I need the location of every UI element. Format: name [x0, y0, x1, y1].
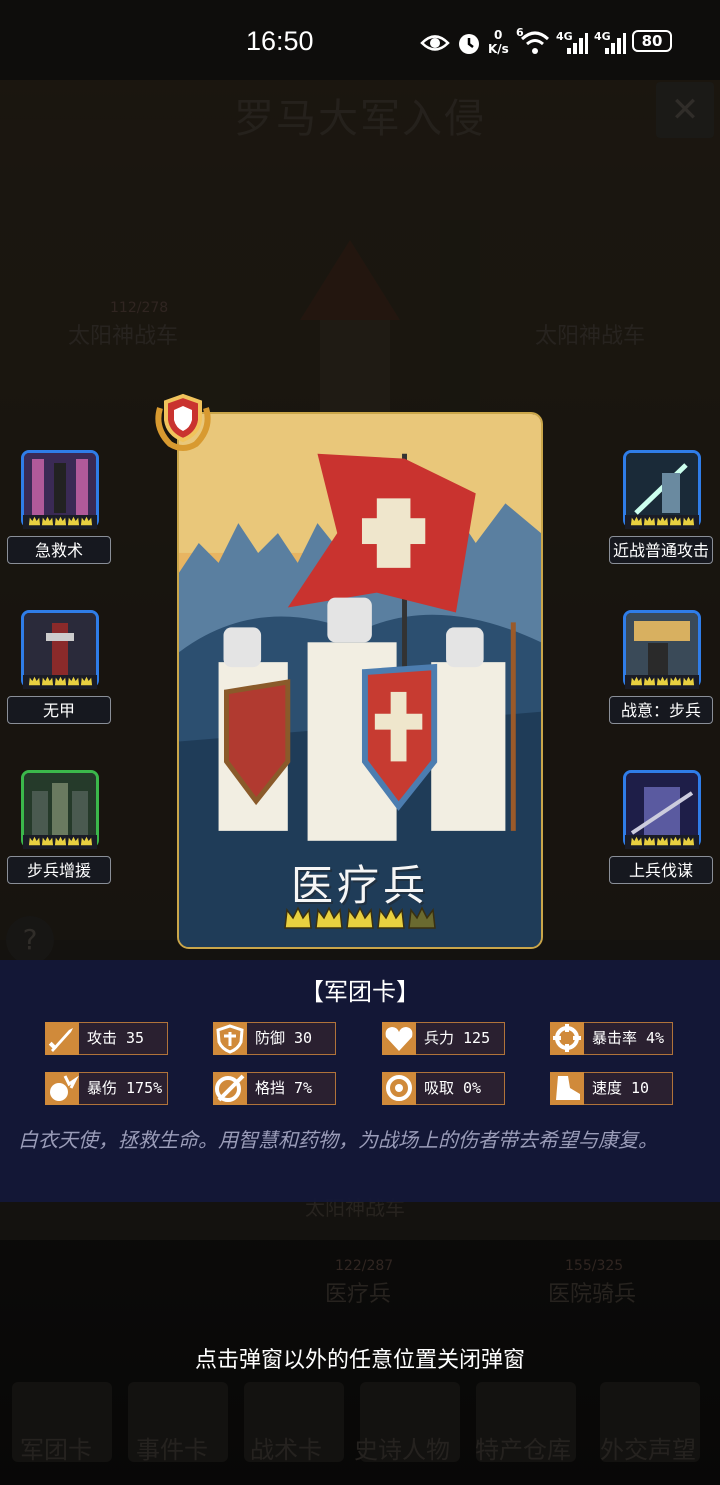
alarm-icon	[459, 34, 479, 54]
skill-crowns	[23, 515, 97, 529]
skill-crowns	[625, 835, 699, 849]
battery-icon: 80	[632, 30, 672, 52]
skill-crowns	[625, 675, 699, 689]
skill-slot-first-aid[interactable]: 急救术	[4, 450, 114, 568]
stat-attack: 攻击 35	[45, 1022, 168, 1055]
skill-label: 上兵伐谋	[609, 856, 713, 884]
crown-icon	[41, 836, 53, 846]
crown-icon	[669, 836, 681, 846]
crown-icon	[284, 906, 312, 929]
crown-icon	[643, 836, 655, 846]
burst-icon	[45, 1072, 79, 1105]
crown-icon	[67, 836, 79, 846]
stat-text: 格挡 7%	[255, 1079, 313, 1097]
crown-icon	[28, 516, 40, 526]
stat-defense: 防御 30	[213, 1022, 336, 1055]
wifi-badge: 6	[516, 26, 524, 39]
stat-text: 暴击率 4%	[592, 1029, 665, 1047]
battery-level: 80	[641, 32, 663, 50]
stat-text: 攻击 35	[87, 1029, 145, 1047]
crown-icon	[54, 516, 66, 526]
crown-icon	[656, 836, 668, 846]
crown-icon	[67, 676, 79, 686]
skill-label: 战意：步兵	[609, 696, 713, 724]
crown-icon	[630, 516, 642, 526]
skill-slot-infantry-reinforcement[interactable]: 步兵增援	[4, 770, 114, 888]
crown-icon	[630, 836, 642, 846]
crosshair-icon	[550, 1022, 584, 1055]
stat-crit-damage: 暴伤 175%	[45, 1072, 168, 1105]
crown-icon	[669, 516, 681, 526]
net-speed-value: 0	[494, 28, 503, 42]
stat-drain: 吸取 0%	[382, 1072, 505, 1105]
crown-icon	[630, 676, 642, 686]
parry-icon	[213, 1072, 247, 1105]
crown-icon	[346, 906, 374, 929]
crown-icon	[80, 676, 92, 686]
crown-icon	[682, 676, 694, 686]
stat-text: 兵力 125	[424, 1029, 491, 1047]
skill-crowns	[23, 675, 97, 689]
crown-icon	[408, 906, 436, 929]
skill-crowns	[625, 515, 699, 529]
crown-icon	[377, 906, 405, 929]
sword-icon	[45, 1022, 79, 1055]
crown-icon	[682, 516, 694, 526]
crown-icon	[643, 676, 655, 686]
stat-block: 格挡 7%	[213, 1072, 336, 1105]
net-speed-unit: K/s	[488, 42, 509, 56]
stat-text: 防御 30	[255, 1029, 313, 1047]
crown-icon	[54, 836, 66, 846]
crown-icon	[54, 676, 66, 686]
signal-icon	[605, 33, 626, 54]
skill-crowns	[23, 835, 97, 849]
status-time: 16:50	[246, 26, 314, 56]
close-hint: 点击弹窗以外的任意位置关闭弹窗	[194, 1348, 525, 1373]
crown-icon	[41, 676, 53, 686]
stat-crit-rate: 暴击率 4%	[550, 1022, 673, 1055]
shield-icon	[213, 1022, 247, 1055]
stat-text: 速度 10	[592, 1079, 650, 1097]
crown-icon	[80, 836, 92, 846]
skill-label: 无甲	[7, 696, 111, 724]
rank-badge-icon	[155, 393, 211, 451]
crown-icon	[669, 676, 681, 686]
crown-icon	[656, 676, 668, 686]
stat-speed: 速度 10	[550, 1072, 673, 1105]
card-star-rating	[283, 904, 443, 938]
skill-label: 步兵增援	[7, 856, 111, 884]
crown-icon	[28, 836, 40, 846]
crown-icon	[41, 516, 53, 526]
skill-label: 急救术	[7, 536, 111, 564]
crown-icon	[80, 516, 92, 526]
skill-slot-melee-attack[interactable]: 近战普通攻击	[606, 450, 716, 568]
panel-title: 【军团卡】	[300, 978, 420, 1006]
crown-icon	[315, 906, 343, 929]
stat-troops: 兵力 125	[382, 1022, 505, 1055]
skill-label: 近战普通攻击	[609, 536, 713, 564]
crown-icon	[67, 516, 79, 526]
card-description: 白衣天使，拯救生命。用智慧和药物，为战场上的伤者带去希望与康复。	[18, 1128, 658, 1152]
skill-slot-strategy[interactable]: 上兵伐谋	[606, 770, 716, 888]
crown-icon	[656, 516, 668, 526]
stat-text: 暴伤 175%	[87, 1079, 163, 1097]
stat-text: 吸取 0%	[424, 1079, 482, 1097]
skill-slot-battle-will-infantry[interactable]: 战意：步兵	[606, 610, 716, 728]
crown-icon	[643, 516, 655, 526]
status-bar: 16:50 0 K/s 6 4G 4G 80	[0, 0, 720, 80]
eye-icon	[420, 35, 450, 51]
signal-icon	[567, 33, 588, 54]
legion-card: 医疗兵	[177, 412, 543, 949]
crown-icon	[682, 836, 694, 846]
skill-slot-no-armor[interactable]: 无甲	[4, 610, 114, 728]
crown-icon	[28, 676, 40, 686]
boot-icon	[550, 1072, 584, 1105]
drain-icon	[382, 1072, 416, 1105]
heart-icon	[382, 1022, 416, 1055]
wifi-icon	[520, 31, 550, 54]
